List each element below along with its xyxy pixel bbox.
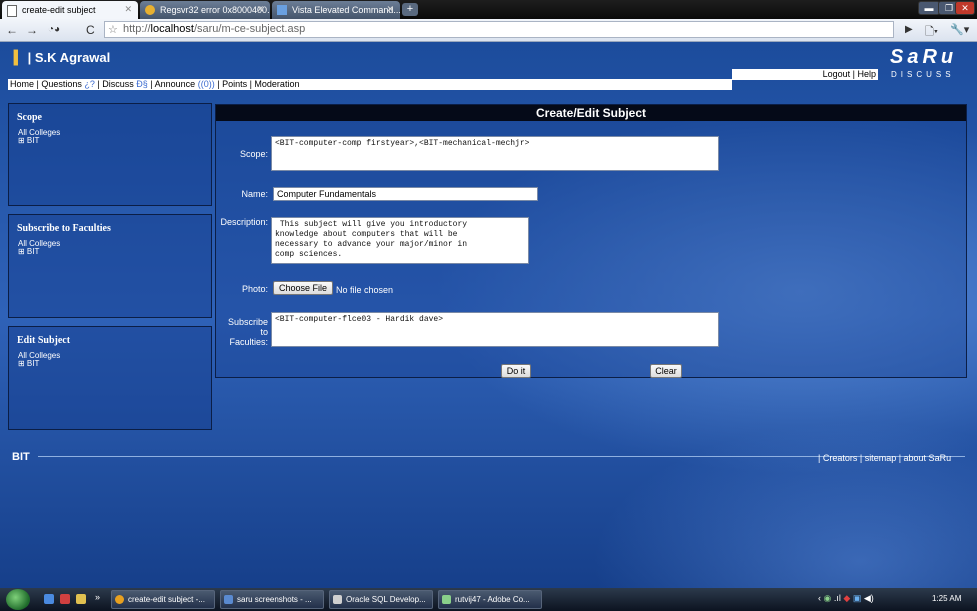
announce-icon: ((0))	[197, 79, 215, 89]
tab-create-edit-subject[interactable]: create-edit subject ✕	[2, 1, 138, 19]
panel-title: Scope	[17, 112, 42, 123]
bit-tree-node[interactable]: ⊞ BIT	[18, 359, 39, 368]
create-edit-subject-form: Create/Edit Subject Scope: <BIT-computer…	[215, 104, 967, 378]
windows-taskbar: » create-edit subject -... saru screensh…	[0, 588, 977, 611]
footer-college: BIT	[12, 451, 30, 463]
volume-icon[interactable]: ◀)	[864, 593, 874, 603]
network-icon[interactable]: ◉	[824, 593, 832, 603]
taskbar-item-browser[interactable]: create-edit subject -...	[111, 590, 215, 609]
menu-moderation[interactable]: Moderation	[254, 79, 299, 89]
url-path: /saru/m-ce-subject.asp	[193, 23, 306, 35]
footer-links[interactable]: | Creators | sitemap | about SaRu	[818, 453, 951, 463]
minimize-button[interactable]: ▬	[918, 1, 940, 15]
favicon-icon	[277, 5, 287, 15]
no-file-chosen-text: No file chosen	[336, 285, 394, 295]
adobe-icon	[442, 595, 451, 604]
navigation-toolbar: ← → ◔◕ C ☆ http://localhost/saru/m-ce-su…	[0, 19, 977, 42]
system-tray: ‹ ◉ .ıl ◆ ▣ ◀)	[818, 593, 874, 604]
reload-icon[interactable]: C	[86, 23, 95, 37]
clear-button[interactable]: Clear	[650, 364, 682, 378]
tab-title: Vista Elevated Command...	[292, 5, 400, 15]
photo-label: Photo:	[241, 284, 268, 294]
favicon-icon	[145, 5, 155, 15]
subscribe-faculties-textarea[interactable]: <BIT-computer-flce03 - Hardik dave>	[271, 312, 719, 347]
scope-panel: Scope All Colleges ⊞ BIT	[8, 103, 212, 206]
taskbar-item-sql-developer[interactable]: Oracle SQL Develop...	[329, 590, 433, 609]
tray-chevron-icon[interactable]: ‹	[818, 593, 821, 603]
account-links: Logout | Help	[732, 69, 878, 80]
menu-announce[interactable]: Announce	[155, 79, 196, 89]
extension-icon[interactable]: ◔◕	[48, 24, 60, 35]
name-label: Name:	[241, 189, 268, 199]
tab-regsvr32[interactable]: Regsvr32 error 0x8000400... ✕	[140, 1, 270, 19]
description-textarea[interactable]: This subject will give you introductory …	[271, 217, 529, 264]
bit-tree-node[interactable]: ⊞ BIT	[18, 247, 39, 256]
menu-home[interactable]: Home	[10, 79, 34, 89]
saru-logo: SaRu	[890, 46, 958, 68]
close-tab-icon[interactable]: ✕	[256, 4, 264, 15]
scope-textarea[interactable]: <BIT-computer-comp firstyear>,<BIT-mecha…	[271, 136, 719, 171]
tab-title: create-edit subject	[22, 5, 96, 15]
show-desktop-icon[interactable]	[44, 594, 54, 604]
menu-discuss[interactable]: Discuss	[102, 79, 134, 89]
description-label: Description:	[220, 217, 268, 227]
bit-tree-node[interactable]: ⊞ BIT	[18, 136, 39, 145]
taskbar-item-adobe[interactable]: rutvij47 - Adobe Co...	[438, 590, 542, 609]
close-tab-icon[interactable]: ✕	[124, 4, 132, 15]
folder-icon	[224, 595, 233, 604]
saru-logo-subtitle: DISCUSS	[891, 70, 955, 79]
page-content: ▍ | S.K Agrawal SaRu DISCUSS Logout | He…	[0, 42, 977, 588]
scope-label: Scope:	[239, 149, 268, 159]
subscribe-faculties-panel: Subscribe to Faculties All Colleges ⊞ BI…	[8, 214, 212, 318]
subscribe-faculties-label: Subscribe to Faculties:	[227, 317, 268, 347]
do-it-button[interactable]: Do it	[501, 364, 531, 378]
questions-icon: ¿?	[84, 79, 95, 89]
play-icon[interactable]: ▶	[905, 24, 913, 35]
back-icon[interactable]: ←	[6, 23, 18, 37]
mail-icon[interactable]	[60, 594, 70, 604]
url-prefix: http://	[123, 23, 151, 35]
panel-title: Subscribe to Faculties	[17, 223, 111, 234]
discuss-icon: Ð§	[136, 79, 148, 89]
chrome-icon	[115, 595, 124, 604]
taskbar-item-folder[interactable]: saru screenshots - ...	[220, 590, 324, 609]
quicklaunch-icon[interactable]	[76, 594, 86, 604]
forward-icon[interactable]: →	[26, 23, 38, 37]
address-bar[interactable]: ☆ http://localhost/saru/m-ce-subject.asp	[104, 21, 894, 38]
close-window-button[interactable]: ✕	[955, 1, 975, 15]
menu-questions[interactable]: Questions	[41, 79, 82, 89]
sql-developer-icon	[333, 595, 342, 604]
panel-title: Edit Subject	[17, 335, 71, 346]
alert-icon[interactable]: ◆	[843, 593, 850, 603]
menu-points[interactable]: Points	[222, 79, 247, 89]
url-host: localhost	[150, 23, 194, 35]
display-icon[interactable]: ▣	[853, 593, 862, 603]
logout-link[interactable]: Logout	[823, 69, 851, 79]
page-icon	[7, 5, 17, 17]
new-tab-button[interactable]: +	[402, 3, 418, 16]
user-name: ▍ | S.K Agrawal	[14, 50, 111, 65]
start-button[interactable]	[6, 589, 30, 610]
chevron-more-icon[interactable]: »	[95, 592, 100, 602]
bookmark-star-icon[interactable]: ☆	[108, 23, 118, 36]
help-link[interactable]: Help	[857, 69, 876, 79]
wrench-icon[interactable]: 🔧▾	[950, 23, 969, 36]
user-marker-icon: ▍	[14, 50, 24, 65]
name-input[interactable]: Computer Fundamentals	[273, 187, 538, 201]
browser-tab-strip: create-edit subject ✕ Regsvr32 error 0x8…	[0, 0, 977, 19]
signal-icon[interactable]: .ıl	[834, 593, 841, 603]
form-title: Create/Edit Subject	[216, 105, 966, 121]
choose-file-button[interactable]: Choose File	[273, 281, 333, 295]
clock[interactable]: 1:25 AM	[932, 594, 961, 603]
main-menu: Home | Questions ¿? | Discuss Ð§ | Annou…	[8, 79, 732, 90]
tab-title: Regsvr32 error 0x8000400...	[160, 5, 270, 15]
close-tab-icon[interactable]: ✕	[386, 4, 394, 15]
edit-subject-panel: Edit Subject All Colleges ⊞ BIT	[8, 326, 212, 430]
page-menu-icon[interactable]: 🗋▾	[925, 23, 938, 42]
tab-vista-elevated[interactable]: Vista Elevated Command... ✕	[272, 1, 400, 19]
